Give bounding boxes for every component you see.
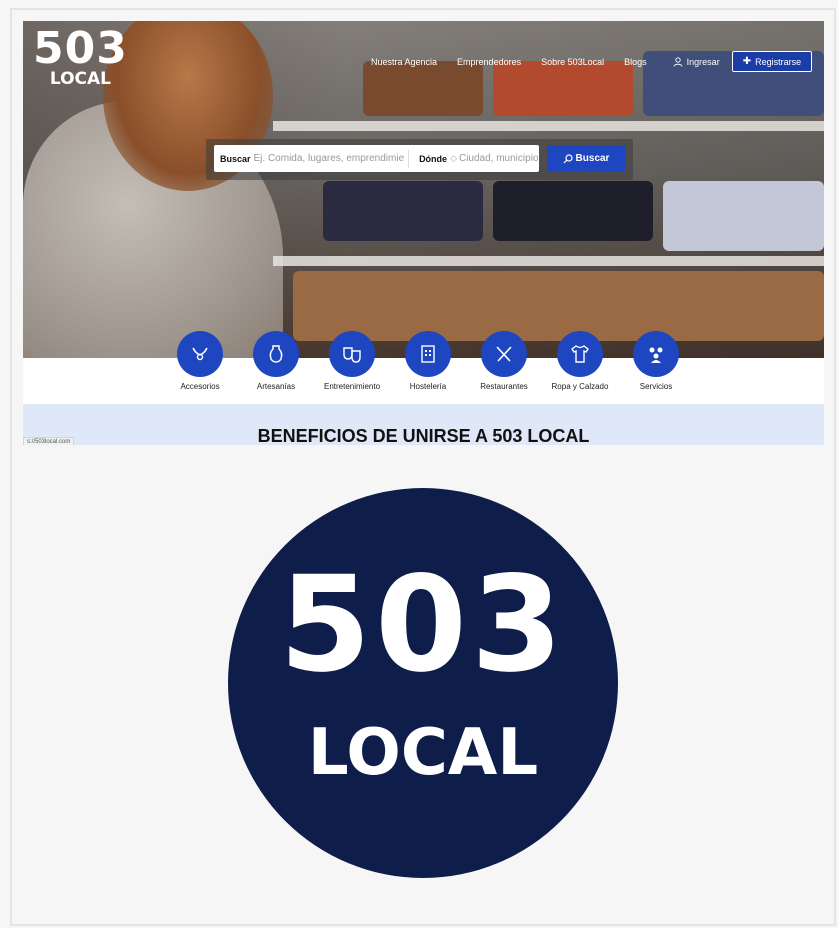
login-label: Ingresar: [686, 56, 720, 67]
search-button-label: Buscar: [575, 153, 610, 164]
shelf: [273, 256, 824, 266]
register-button[interactable]: ✚ Registrarse: [731, 51, 813, 72]
location-pin-icon: ◇: [450, 153, 457, 163]
category-hosteleria[interactable]: Hostelería: [390, 331, 466, 391]
main-nav: Nuestra Agencia Emprendedores Sobre 503L…: [371, 51, 813, 72]
textile-stack: [663, 181, 824, 251]
category-label: Ropa y Calzado: [551, 382, 609, 391]
search-bar: Buscar Ej. Comida, lugares, emprendimien…: [206, 139, 633, 180]
search-what-input[interactable]: Ej. Comida, lugares, emprendimientos: [254, 153, 405, 164]
category-label: Accesorios: [180, 382, 220, 391]
website-screenshot: 503 LOCAL Nuestra Agencia Emprendedores …: [23, 21, 824, 445]
hero-banner: 503 LOCAL Nuestra Agencia Emprendedores …: [23, 21, 824, 358]
register-label: Registrarse: [755, 56, 802, 67]
people-icon: [633, 331, 679, 377]
status-bar-url: s://503local.com: [23, 437, 75, 445]
benefits-section: BENEFICIOS DE UNIRSE A 503 LOCAL: [23, 404, 824, 445]
user-icon: [673, 56, 683, 67]
necklace-icon: [177, 331, 223, 377]
search-button[interactable]: Buscar: [547, 145, 625, 172]
category-label: Entretenimiento: [323, 382, 381, 391]
nav-link-sobre[interactable]: Sobre 503Local: [541, 57, 604, 67]
category-label: Servicios: [639, 382, 673, 391]
category-list: Accesorios Artesanías Entretenimiento Ho…: [162, 331, 694, 391]
textile-stack: [323, 181, 483, 241]
category-artesanias[interactable]: Artesanías: [238, 331, 314, 391]
big-logo-word: LOCAL: [307, 716, 539, 790]
category-label: Artesanías: [256, 382, 296, 391]
login-link[interactable]: Ingresar: [673, 57, 720, 67]
category-restaurantes[interactable]: Restaurantes: [466, 331, 542, 391]
brand-logo-circle: 503 LOCAL: [228, 488, 618, 878]
textile-stack: [493, 181, 653, 241]
category-label: Hostelería: [409, 382, 447, 391]
benefits-title: BENEFICIOS DE UNIRSE A 503 LOCAL: [257, 426, 590, 445]
shelf: [273, 121, 824, 131]
category-entretenimiento[interactable]: Entretenimiento: [314, 331, 390, 391]
category-label: Restaurantes: [480, 382, 528, 391]
pottery-icon: [253, 331, 299, 377]
nav-link-agencia[interactable]: Nuestra Agencia: [371, 57, 437, 67]
theater-masks-icon: [329, 331, 375, 377]
nav-link-emprendedores[interactable]: Emprendedores: [457, 57, 521, 67]
divider: [408, 149, 410, 168]
site-logo[interactable]: 503 LOCAL: [33, 23, 128, 88]
hotel-icon: [405, 331, 451, 377]
category-ropa[interactable]: Ropa y Calzado: [542, 331, 618, 391]
plus-icon: ✚: [742, 56, 752, 67]
search-what-label: Buscar: [220, 153, 251, 164]
category-servicios[interactable]: Servicios: [618, 331, 694, 391]
logo-number: 503: [33, 23, 128, 74]
search-icon: [563, 153, 573, 163]
utensils-icon: [481, 331, 527, 377]
big-logo-number: 503: [279, 548, 567, 702]
nav-link-blogs[interactable]: Blogs: [624, 57, 647, 67]
search-fields: Buscar Ej. Comida, lugares, emprendimien…: [214, 145, 539, 172]
search-where-input[interactable]: Ciudad, municipio: [459, 153, 539, 164]
clothing-icon: [557, 331, 603, 377]
search-where-label: Dónde: [419, 153, 448, 164]
category-accesorios[interactable]: Accesorios: [162, 331, 238, 391]
